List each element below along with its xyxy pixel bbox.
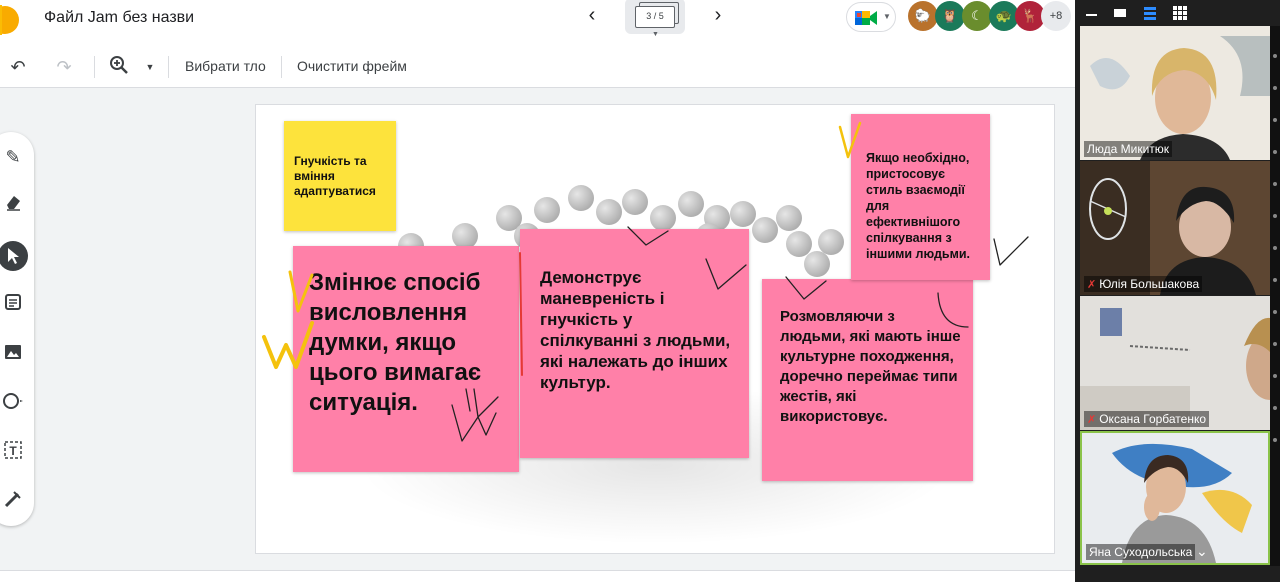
frame-counter: 3 / 5 — [635, 6, 675, 28]
select-arrow-icon[interactable] — [0, 241, 28, 271]
document-title[interactable]: Файл Jam без назви — [44, 9, 194, 27]
meet-button[interactable]: ▼ — [846, 2, 896, 32]
participant-name: Яна Суходольська — [1086, 544, 1196, 560]
tool-palette: ✎ T — [0, 132, 34, 526]
next-frame-button[interactable]: › — [706, 4, 730, 28]
undo-icon[interactable]: ↶ — [6, 55, 30, 79]
strip-view-icon[interactable] — [1141, 4, 1159, 22]
previous-frame-button[interactable]: ‹ — [580, 4, 604, 28]
video-tile[interactable]: Люда Микитюк — [1080, 26, 1270, 160]
chevron-down-icon[interactable]: ⌄ — [1196, 543, 1208, 560]
participant-avatar-2[interactable]: 🦉 — [935, 1, 965, 31]
mic-muted-icon: ✗ — [1087, 279, 1097, 291]
video-tile[interactable]: ✗ Оксана Горбатенко — [1080, 296, 1270, 430]
participant-name: ✗ Оксана Горбатенко — [1084, 411, 1210, 427]
participant-avatar-1[interactable]: 🐑 — [908, 1, 938, 31]
zoom-video-panel: Люда Микитюк ✗ Юлія Большакова ✗ Оксана Го… — [1075, 0, 1280, 582]
pen-icon[interactable]: ✎ — [0, 142, 28, 172]
zoom-side-gutter — [1270, 26, 1280, 566]
sticky-note-pink[interactable]: Якщо необхідно, пристосовує стиль взаємо… — [851, 114, 990, 280]
participant-video — [1080, 26, 1270, 160]
sticky-note-pink[interactable]: Розмовляючи з людьми, які мають інше кул… — [762, 279, 973, 481]
laser-icon[interactable] — [0, 488, 28, 518]
participant-name-text: Юлія Большакова — [1099, 277, 1200, 291]
video-tile[interactable]: ✗ Юлія Большакова — [1080, 161, 1270, 295]
divider — [281, 56, 282, 78]
participant-avatar-3[interactable]: ☾ — [962, 1, 992, 31]
svg-text:T: T — [9, 444, 17, 458]
top-bar: Файл Jam без назви ‹ 3 / 5 ▼ › ▼ 🐑 🦉 ☾ 🐢… — [0, 0, 1075, 46]
bottom-bar — [0, 570, 1075, 582]
participant-name-text: Оксана Горбатенко — [1099, 412, 1207, 426]
clear-frame-button[interactable]: Очистити фрейм — [297, 58, 407, 74]
circle-shape-icon[interactable] — [0, 390, 28, 420]
speaker-view-icon[interactable] — [1111, 4, 1129, 22]
chevron-down-icon: ▼ — [883, 12, 891, 21]
zoom-dropdown-icon[interactable]: ▼ — [138, 55, 162, 79]
set-background-button[interactable]: Вибрати тло — [185, 58, 266, 74]
frame-bar-toggle[interactable]: 3 / 5 ▼ — [625, 0, 685, 38]
video-tile-active-speaker[interactable]: Яна Суходольська ⌄ — [1080, 431, 1270, 565]
chevron-down-icon: ▼ — [652, 31, 659, 38]
image-icon[interactable] — [0, 340, 28, 370]
jam-frame-canvas[interactable]: Гнучкість та вміння адаптуватися Змінює … — [255, 104, 1055, 554]
redo-icon[interactable]: ↷ — [52, 55, 76, 79]
more-participants-badge[interactable]: +8 — [1041, 1, 1071, 31]
jamboard-app: Файл Jam без назви ‹ 3 / 5 ▼ › ▼ 🐑 🦉 ☾ 🐢… — [0, 0, 1075, 582]
zoom-icon[interactable] — [107, 55, 131, 79]
divider — [94, 56, 95, 78]
text-box-icon[interactable]: T — [0, 439, 28, 469]
participant-name: Люда Микитюк — [1084, 141, 1173, 157]
participant-video — [1080, 161, 1270, 295]
eraser-icon[interactable] — [0, 191, 28, 221]
sticky-note-pink[interactable]: Демонструє маневреність і гнучкість у сп… — [520, 229, 749, 458]
divider — [168, 56, 169, 78]
participant-video — [1080, 296, 1270, 430]
minimize-icon[interactable] — [1083, 4, 1101, 22]
mic-muted-icon: ✗ — [1087, 414, 1097, 426]
sticky-note-yellow[interactable]: Гнучкість та вміння адаптуватися — [284, 121, 396, 231]
gallery-view-icon[interactable] — [1171, 4, 1189, 22]
zoom-panel-header — [1075, 0, 1280, 26]
participant-name: ✗ Юлія Большакова — [1084, 276, 1203, 292]
sticky-note-pink[interactable]: Змінює спосіб висловлення думки, якщо ць… — [293, 246, 519, 472]
meet-icon — [855, 11, 877, 25]
toolbar: ↶ ↷ ▼ Вибрати тло Очистити фрейм — [0, 46, 1075, 88]
jamboard-logo-icon[interactable] — [0, 5, 20, 35]
sticky-note-icon[interactable] — [0, 290, 28, 320]
